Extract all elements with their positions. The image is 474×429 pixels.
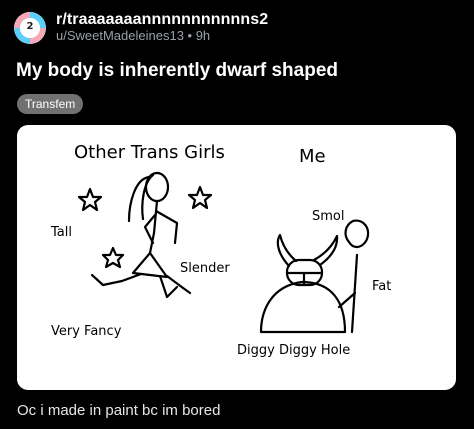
heading-me: Me <box>299 146 326 167</box>
post-title[interactable]: My body is inherently dwarf shaped <box>16 60 338 82</box>
star-icon <box>101 246 125 269</box>
post-flair[interactable]: Transfem <box>17 94 84 114</box>
label-tall: Tall <box>51 225 72 240</box>
post-header: 2 r/traaaaaaannnnnnnnnnns2 u/SweetMadele… <box>14 12 268 44</box>
star-icon <box>77 187 103 212</box>
label-smol: Smol <box>312 209 345 224</box>
subreddit-name[interactable]: r/traaaaaaannnnnnnnnnns2 <box>56 12 268 28</box>
label-very-fancy: Very Fancy <box>51 324 122 339</box>
label-slender: Slender <box>180 261 230 276</box>
avatar-number: 2 <box>26 21 34 32</box>
label-fat: Fat <box>372 279 392 294</box>
post-meta: r/traaaaaaannnnnnnnnnns2 u/SweetMadelein… <box>56 12 268 44</box>
label-diggy-diggy-hole: Diggy Diggy Hole <box>237 343 351 358</box>
author-and-time[interactable]: u/SweetMadeleines13 • 9h <box>56 28 268 44</box>
subreddit-avatar[interactable]: 2 <box>14 12 46 44</box>
post-image[interactable]: Other Trans Girls Me Tall Slender Very F… <box>17 125 456 390</box>
star-icon <box>187 185 213 210</box>
dwarf-body <box>259 280 347 334</box>
post-body-text: Oc i made in paint bc im bored <box>17 402 221 419</box>
heading-other-trans-girls: Other Trans Girls <box>74 142 225 163</box>
